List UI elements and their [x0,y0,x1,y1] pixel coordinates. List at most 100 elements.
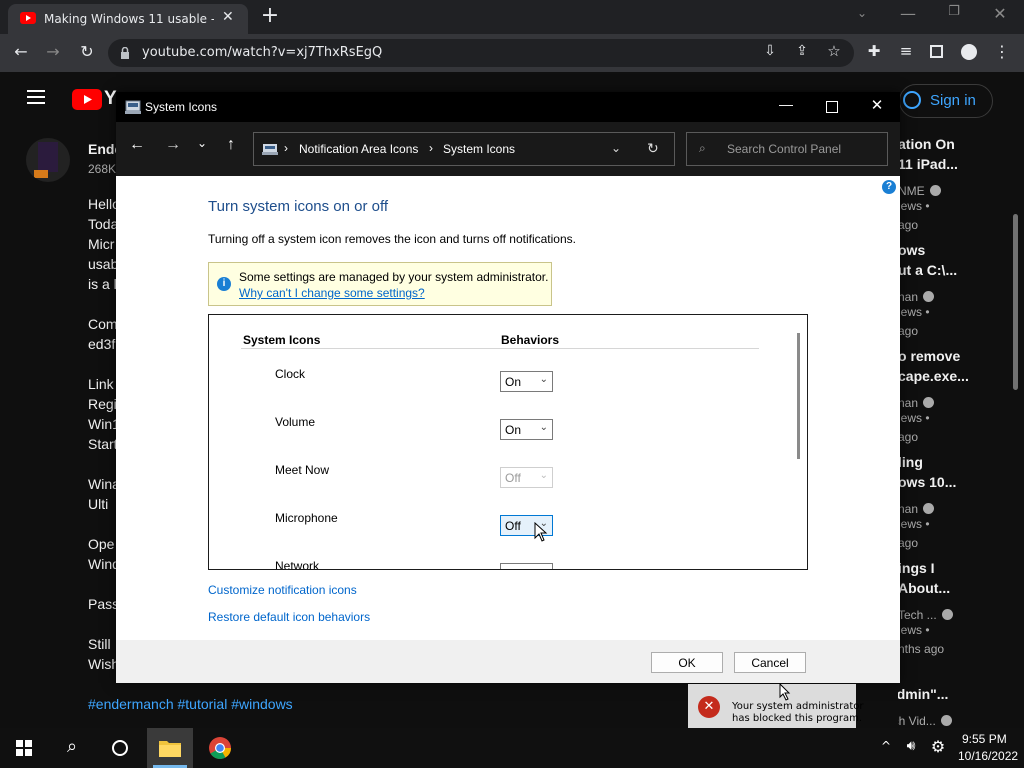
behavior-value: On [505,375,522,389]
toast-line-2: has blocked this program. [732,713,862,724]
rec-views: iews • [898,199,930,213]
blocked-program-toast[interactable]: ✕ Your system administrator has blocked … [688,684,864,728]
channel-avatar[interactable] [26,138,70,182]
search-control-panel-input[interactable]: ⌕ Search Control Panel [686,132,888,166]
page-scrollbar[interactable] [1013,214,1018,390]
rec-title-line[interactable]: ows [898,242,925,258]
rec-title-line[interactable]: 11 iPad... [898,156,958,172]
sign-in-button[interactable]: Sign in [899,84,993,118]
rec-channel[interactable]: NME [898,184,925,198]
media-control-icon[interactable]: ≡ [896,42,916,60]
table-scrollbar[interactable] [797,333,800,459]
share-icon[interactable]: ⇪ [792,43,812,59]
rec-title-line[interactable]: About... [898,580,950,596]
clock-time[interactable]: 9:55 PM [962,732,1007,746]
rec-age: nths ago [898,642,945,656]
dialog-titlebar: System Icons — ✕ [116,92,900,122]
show-hidden-icons-icon[interactable]: ^ [878,739,894,753]
extensions-icon[interactable]: ✚ [864,42,884,60]
browser-tab[interactable]: Making Windows 11 usable - Yo ✕ [8,4,248,34]
page-heading: Turn system icons on or off [208,198,389,215]
help-icon[interactable]: ? [882,180,896,194]
rec-title-line[interactable]: ling [898,454,923,470]
icon-row-label: Clock [275,367,306,381]
chrome-menu-icon[interactable]: ⋮ [994,42,1010,61]
cortana-icon[interactable] [112,740,128,756]
behavior-select[interactable]: On ⌄ [500,371,553,392]
toast-cursor-icon [779,683,791,701]
rec-age: ago [898,536,919,550]
address-breadcrumb[interactable]: › Notification Area Icons › System Icons… [253,132,675,166]
nav-back-icon[interactable]: ← [126,136,148,154]
reload-icon[interactable]: ↻ [76,42,98,61]
info-icon: i [217,277,231,291]
ok-button[interactable]: OK [651,652,723,673]
dropdown-chevron-icon: ⌄ [539,470,548,481]
tab-close-icon[interactable]: ✕ [222,9,234,25]
rec-channel[interactable]: nan [898,396,918,410]
minimize-icon[interactable]: — [898,4,918,23]
bookmark-star-icon[interactable]: ☆ [824,42,844,60]
install-app-icon[interactable]: ⇩ [760,43,780,59]
windows-start-icon[interactable] [16,740,32,756]
description-line: Start [88,436,116,452]
behavior-select: Off ⌄ [500,467,553,488]
windows-taskbar: ⌕ ^ 🔊︎ ⚙ 9:55 PM 10/16/2022 [0,728,1024,768]
rec-title-line[interactable]: cape.exe... [898,368,969,384]
description-line: Still [88,636,111,652]
hamburger-menu-icon[interactable] [27,90,45,92]
description-line: Link [88,376,114,392]
breadcrumb-dropdown-icon[interactable]: ⌄ [611,141,621,155]
refresh-icon[interactable]: ↻ [647,140,659,157]
side-panel-icon[interactable] [930,45,943,58]
tab-search-chevron-icon[interactable]: ⌄ [852,6,872,20]
file-explorer-taskbar-button[interactable] [147,728,193,768]
rec-channel[interactable]: FlyTech Vid... [898,714,936,728]
address-bar[interactable]: youtube.com/watch?v=xj7ThxRsEgQ ⇩ ⇪ ☆ [108,39,854,67]
forward-arrow-icon[interactable]: → [42,42,64,61]
description-line: Wish [88,656,116,672]
cancel-button[interactable]: Cancel [734,652,806,673]
rec-channel[interactable]: nan [898,290,918,304]
rec-channel[interactable]: Tech ... [898,608,937,622]
dialog-maximize-icon[interactable] [826,101,838,113]
back-arrow-icon[interactable]: ← [10,42,32,61]
dropdown-chevron-icon: ⌄ [539,422,548,433]
dialog-close-icon[interactable]: ✕ [867,96,887,114]
youtube-logo-icon[interactable] [72,89,102,110]
restore-icon[interactable]: ❐ [944,4,964,19]
rec-title-line[interactable]: ut a C:\... [898,262,957,278]
rec-title-line[interactable]: o remove [898,348,960,364]
rec-title-line[interactable]: ation On [898,136,955,152]
dialog-minimize-icon[interactable]: — [776,96,796,112]
notice-link[interactable]: Why can't I change some settings? [239,286,425,300]
folder-icon [159,741,181,757]
taskbar-search-icon[interactable]: ⌕ [60,736,84,757]
rec-channel-row: nan [898,392,935,411]
description-line: Hello [88,196,116,212]
youtube-favicon-icon [20,12,36,24]
behavior-select[interactable]: ⌄ [500,563,553,569]
rec-title-line[interactable]: ings I [898,560,935,576]
rec-title-line[interactable]: ows 10... [898,474,956,490]
rec-title-line[interactable]: Sysadmin"... [898,686,948,702]
volume-icon[interactable]: 🔊︎ [900,738,922,754]
clock-date[interactable]: 10/16/2022 [958,749,1018,763]
restore-default-behaviors-link[interactable]: Restore default icon behaviors [208,610,370,624]
nav-forward-icon[interactable]: → [162,136,184,154]
new-tab-icon[interactable]: + [258,4,282,28]
verified-badge-icon [929,185,941,196]
breadcrumb-item-system-icons[interactable]: System Icons [443,142,515,156]
nav-up-icon[interactable]: ↑ [220,136,242,154]
chrome-taskbar-icon[interactable] [208,736,232,760]
settings-gear-icon[interactable]: ⚙ [928,737,948,756]
rec-channel[interactable]: nan [898,502,918,516]
rec-views: iews • [898,411,930,425]
profile-avatar-icon[interactable] [961,44,977,60]
hashtags[interactable]: #endermanch #tutorial #windows [88,696,293,712]
behavior-select[interactable]: On ⌄ [500,419,553,440]
customize-notification-icons-link[interactable]: Customize notification icons [208,583,357,597]
breadcrumb-item-notification-area[interactable]: Notification Area Icons [299,142,418,156]
close-window-icon[interactable]: ✕ [990,4,1010,23]
nav-recent-chevron-icon[interactable]: ⌄ [192,136,212,150]
